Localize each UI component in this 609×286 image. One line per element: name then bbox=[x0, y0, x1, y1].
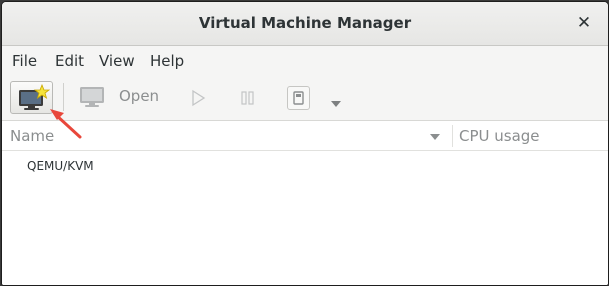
column-divider[interactable] bbox=[452, 125, 453, 147]
pause-icon bbox=[241, 91, 254, 105]
menu-edit[interactable]: Edit bbox=[55, 52, 84, 70]
pause-button[interactable] bbox=[238, 88, 258, 108]
menu-view[interactable]: View bbox=[99, 52, 135, 70]
menu-help[interactable]: Help bbox=[150, 52, 184, 70]
chevron-down-icon bbox=[331, 101, 341, 107]
sort-down-icon[interactable] bbox=[429, 133, 441, 141]
shutdown-icon bbox=[293, 91, 304, 105]
connection-list: QEMU/KVM bbox=[2, 151, 608, 285]
close-icon: ✕ bbox=[576, 13, 592, 33]
title-bar[interactable]: Virtual Machine Manager ✕ bbox=[2, 2, 608, 46]
shutdown-dropdown[interactable] bbox=[329, 94, 343, 107]
connection-name: QEMU/KVM bbox=[27, 159, 94, 173]
column-cpu-usage[interactable]: CPU usage bbox=[459, 127, 540, 145]
close-button[interactable]: ✕ bbox=[574, 12, 594, 34]
open-label: Open bbox=[119, 87, 160, 105]
window-title: Virtual Machine Manager bbox=[198, 14, 412, 32]
play-icon bbox=[192, 89, 206, 107]
shutdown-button[interactable] bbox=[287, 86, 310, 110]
run-button[interactable] bbox=[188, 88, 208, 108]
vmm-window: Virtual Machine Manager ✕ File Edit View… bbox=[1, 1, 609, 286]
menu-bar: File Edit View Help bbox=[2, 46, 608, 75]
menu-file[interactable]: File bbox=[12, 52, 37, 70]
annotation-arrow-icon bbox=[50, 109, 82, 139]
